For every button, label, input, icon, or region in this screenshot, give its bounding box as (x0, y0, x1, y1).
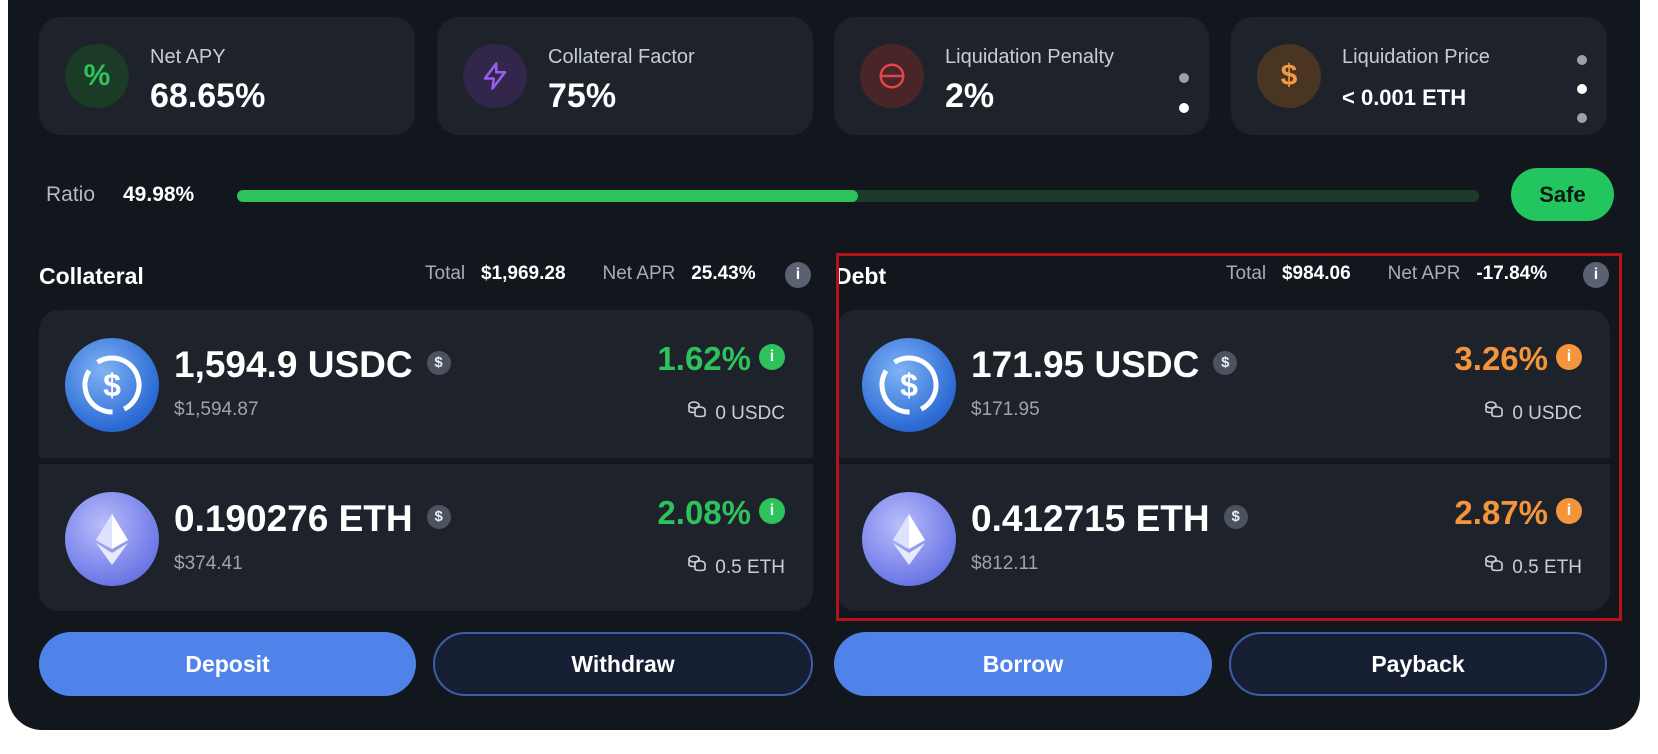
info-icon[interactable]: i (759, 498, 785, 525)
ratio-progress-fill (237, 190, 858, 202)
lightning-icon (463, 44, 527, 108)
dollar-icon: $ (426, 351, 451, 376)
liquidation-penalty-card: Liquidation Penalty 2% (834, 17, 1209, 135)
collateral-factor-label: Collateral Factor (548, 46, 695, 68)
asset-apr: 1.62% i (657, 340, 785, 378)
app-frame: % Net APY 68.65% Collateral Factor 75% L… (8, 0, 1640, 730)
collateral-row-eth[interactable]: 0.190276 ETH $ $374.41 2.08% i 0.5 ETH (39, 464, 813, 611)
collateral-panel: $ 1,594.9 USDC $ $1,594.87 1.62% i 0 USDC … (39, 310, 813, 611)
ratio-label: Ratio (46, 183, 96, 206)
borrow-button[interactable]: Borrow (834, 632, 1212, 696)
usdc-coin-icon: $ (65, 338, 159, 432)
carousel-dot[interactable] (1179, 73, 1189, 83)
collateral-total-label: Total (425, 263, 466, 284)
asset-usd-value: $1,594.87 (174, 399, 259, 420)
coins-icon (687, 400, 707, 424)
ratio-progress-bar (237, 190, 1479, 202)
dollar-icon: $ (426, 505, 451, 530)
coins-icon (687, 554, 707, 578)
net-apy-value: 68.65% (150, 77, 266, 115)
collateral-total-value: $1,969.28 (480, 263, 566, 284)
carousel-dot-active[interactable] (1577, 84, 1587, 94)
deposit-button[interactable]: Deposit (39, 632, 416, 696)
asset-apr: 2.08% i (657, 494, 785, 532)
net-apy-card: % Net APY 68.65% (39, 17, 415, 135)
asset-amount: 1,594.9 USDC $ (174, 344, 451, 386)
safe-status-badge: Safe (1511, 168, 1614, 221)
asset-amount: 0.190276 ETH $ (174, 498, 451, 540)
asset-balance: 0.5 ETH (687, 554, 785, 580)
carousel-dot-active[interactable] (1179, 103, 1189, 113)
collateral-factor-card: Collateral Factor 75% (437, 17, 813, 135)
dollar-icon: $ (1257, 44, 1321, 108)
liquidation-price-label: Liquidation Price (1342, 46, 1490, 68)
debt-highlight-box (836, 253, 1622, 621)
ratio-value: 49.98% (123, 183, 195, 206)
withdraw-button[interactable]: Withdraw (433, 632, 813, 696)
carousel-dot[interactable] (1577, 113, 1587, 123)
collateral-net-apr-label: Net APR (602, 263, 676, 284)
net-apy-label: Net APY (150, 46, 226, 68)
payback-button[interactable]: Payback (1229, 632, 1607, 696)
svg-text:$: $ (103, 367, 121, 403)
carousel-dot[interactable] (1577, 55, 1587, 65)
asset-usd-value: $374.41 (174, 553, 243, 574)
minus-circle-icon (860, 44, 924, 108)
liquidation-penalty-value: 2% (945, 77, 995, 115)
collateral-factor-value: 75% (548, 77, 617, 115)
liquidation-price-card: $ Liquidation Price < 0.001 ETH (1231, 17, 1607, 135)
carousel-dots[interactable] (1577, 55, 1587, 123)
collateral-title: Collateral (39, 263, 144, 289)
asset-balance: 0 USDC (687, 400, 785, 426)
liquidation-price-value: < 0.001 ETH (1342, 85, 1467, 110)
percent-icon: % (65, 44, 129, 108)
liquidation-penalty-label: Liquidation Penalty (945, 46, 1115, 68)
collateral-info-icon[interactable]: i (785, 262, 811, 288)
collateral-row-usdc[interactable]: $ 1,594.9 USDC $ $1,594.87 1.62% i 0 USDC (39, 310, 813, 457)
collateral-summary: Total $1,969.28 Net APR 25.43% (425, 263, 756, 285)
info-icon[interactable]: i (759, 344, 785, 371)
eth-coin-icon (65, 492, 159, 586)
collateral-net-apr-value: 25.43% (691, 263, 756, 284)
carousel-dots[interactable] (1179, 73, 1189, 113)
